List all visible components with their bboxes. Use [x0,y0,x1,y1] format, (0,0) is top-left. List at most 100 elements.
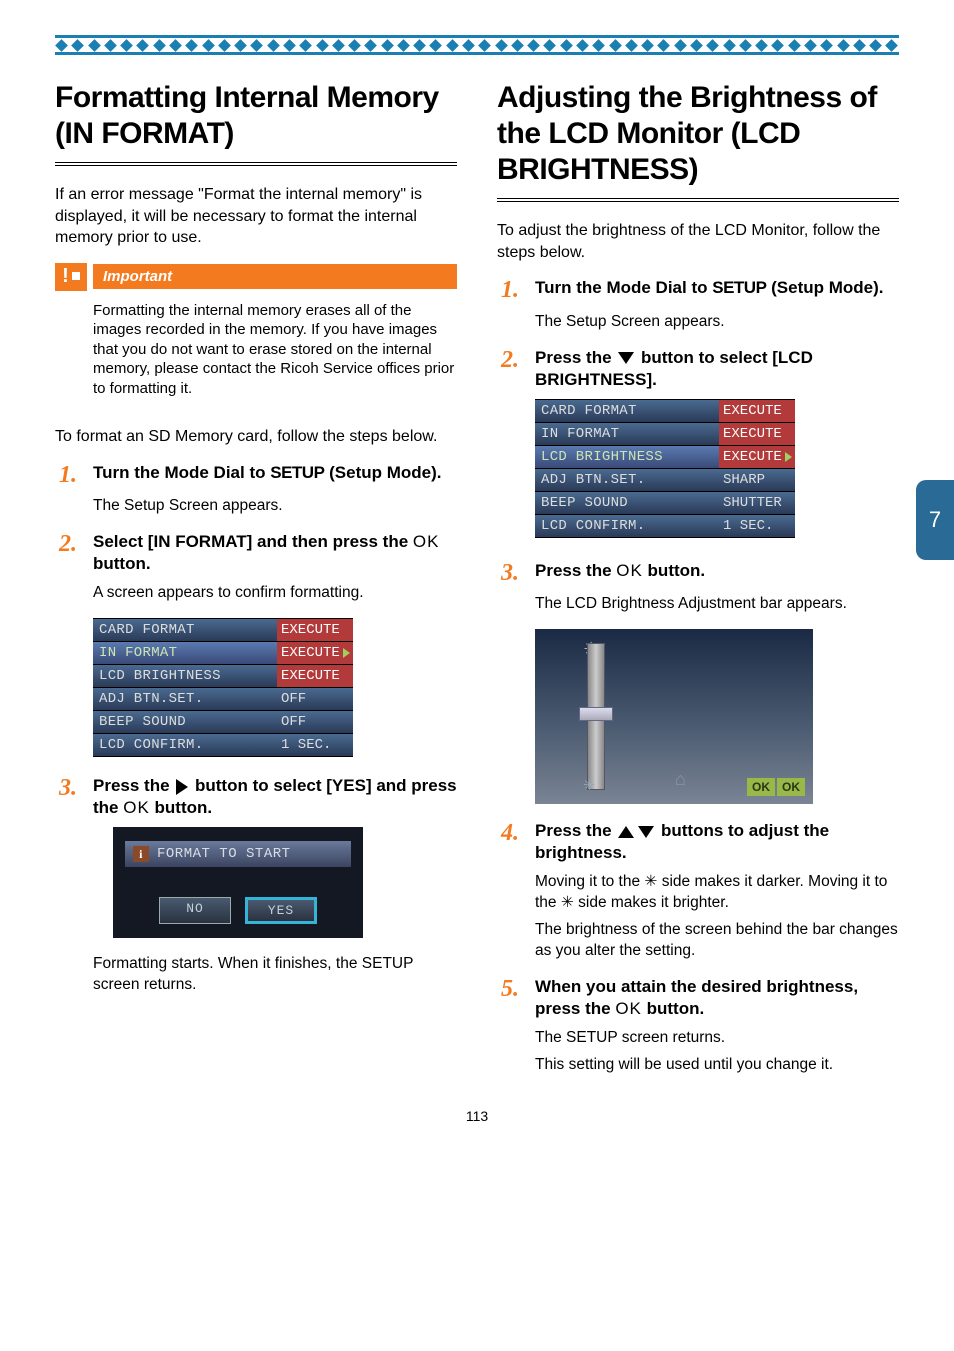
right-step-1: 1. Turn the Mode Dial to SETUP (Setup Mo… [497,277,899,303]
menu-value: OFF [277,688,353,710]
heading-rule [55,162,457,166]
step-title: Press the button to select [YES] and pre… [93,775,457,819]
left-preface: To format an SD Memory card, follow the … [55,426,457,448]
menu-row: LCD CONFIRM.1 SEC. [535,515,795,538]
important-label: Important [93,264,457,289]
step-title: Turn the Mode Dial to SETUP (Setup Mode)… [93,462,442,488]
brightness-knob [579,707,613,721]
important-text: Formatting the internal memory erases al… [93,301,457,399]
sun-dim-icon: ✳ [583,776,596,794]
right-step-3: 3. Press the OK button. [497,560,899,586]
step-number: 3. [55,775,93,819]
menu-row: CARD FORMATEXECUTE [535,399,795,423]
heading-rule [497,198,899,202]
left-step-2: 2. Select [IN FORMAT] and then press the… [55,531,457,575]
step-title: Press the button to select [LCD BRIGHTNE… [535,347,899,391]
lcd-setup-menu-right: CARD FORMATEXECUTEIN FORMATEXECUTELCD BR… [535,399,795,538]
menu-row: CARD FORMATEXECUTE [93,618,353,642]
important-banner: ! Important [55,263,457,291]
format-banner-text: FORMAT TO START [157,846,291,862]
menu-row: BEEP SOUNDOFF [93,711,353,734]
step-number: 2. [55,531,93,575]
left-step-3: 3. Press the button to select [YES] and … [55,775,457,819]
menu-value: SHARP [719,469,795,491]
right-column: Adjusting the Brightness of the LCD Moni… [497,80,899,1090]
brightness-dialog: ☀ ✳ ⌂ OKOK [535,629,813,804]
info-icon: i [133,846,149,862]
step-body: Moving it to the ✳ side makes it darker.… [535,872,899,914]
chapter-tab: 7 [916,480,954,560]
lcd-setup-menu-left: CARD FORMATEXECUTEIN FORMATEXECUTELCD BR… [93,618,353,757]
menu-label: BEEP SOUND [535,492,719,514]
step-body: The Setup Screen appears. [535,312,899,333]
down-arrow-icon [618,352,634,364]
menu-label: IN FORMAT [93,642,277,664]
page-number: 113 [0,1108,954,1124]
step-body: The Setup Screen appears. [93,496,457,517]
right-step-5: 5. When you attain the desired brightnes… [497,976,899,1020]
format-confirm-dialog: i FORMAT TO START NO YES [113,827,363,938]
step-body: A screen appears to confirm formatting. [93,583,457,604]
step-number: 2. [497,347,535,391]
step-number: 1. [55,462,93,488]
up-arrow-icon [618,826,634,838]
right-arrow-icon [176,779,188,795]
menu-label: BEEP SOUND [93,711,277,733]
step-body: The LCD Brightness Adjustment bar appear… [535,594,899,615]
step-body: This setting will be used until you chan… [535,1055,899,1076]
menu-row: IN FORMATEXECUTE [93,642,353,665]
menu-label: LCD BRIGHTNESS [93,665,277,687]
menu-label: CARD FORMAT [535,400,719,422]
left-heading: Formatting Internal Memory (IN FORMAT) [55,80,457,152]
format-banner: i FORMAT TO START [125,841,351,867]
left-intro: If an error message "Format the internal… [55,184,457,249]
right-step-2: 2. Press the button to select [LCD BRIGH… [497,347,899,391]
menu-value: 1 SEC. [277,734,353,756]
menu-label: ADJ BTN.SET. [535,469,719,491]
step-number: 4. [497,820,535,864]
step-number: 1. [497,277,535,303]
step-title: Press the buttons to adjust the brightne… [535,820,899,864]
menu-value: EXECUTE [277,665,353,687]
menu-label: LCD CONFIRM. [93,734,277,756]
ghost-icon: ⌂ [675,769,686,790]
menu-row: ADJ BTN.SET.OFF [93,688,353,711]
right-step-4: 4. Press the buttons to adjust the brigh… [497,820,899,864]
menu-row: IN FORMATEXECUTE [535,423,795,446]
ok-badge: OKOK [747,778,805,796]
left-column: Formatting Internal Memory (IN FORMAT) I… [55,80,457,1090]
menu-row: ADJ BTN.SET.SHARP [535,469,795,492]
yes-button: YES [245,897,317,924]
menu-row: LCD CONFIRM.1 SEC. [93,734,353,757]
menu-value: EXECUTE [277,642,353,664]
menu-label: LCD BRIGHTNESS [535,446,719,468]
menu-row: LCD BRIGHTNESSEXECUTE [93,665,353,688]
right-heading: Adjusting the Brightness of the LCD Moni… [497,80,899,188]
step-body: Formatting starts. When it finishes, the… [93,954,457,996]
menu-value: EXECUTE [719,400,795,422]
menu-label: IN FORMAT [535,423,719,445]
menu-label: CARD FORMAT [93,619,277,641]
menu-value: 1 SEC. [719,515,795,537]
menu-value: OFF [277,711,353,733]
no-button: NO [159,897,231,924]
step-body: The brightness of the screen behind the … [535,920,899,962]
menu-value: SHUTTER [719,492,795,514]
step-number: 5. [497,976,535,1020]
menu-label: ADJ BTN.SET. [93,688,277,710]
left-step-1: 1. Turn the Mode Dial to SETUP (Setup Mo… [55,462,457,488]
step-title: When you attain the desired brightness, … [535,976,899,1020]
menu-value: EXECUTE [719,446,795,468]
decorative-border: for (let i=0;i<52;i++) document.write('<… [55,35,899,55]
down-arrow-icon [638,826,654,838]
menu-label: LCD CONFIRM. [535,515,719,537]
step-number: 3. [497,560,535,586]
menu-row: BEEP SOUNDSHUTTER [535,492,795,515]
step-body: The SETUP screen returns. [535,1028,899,1049]
step-title: Select [IN FORMAT] and then press the OK… [93,531,457,575]
important-icon: ! [55,263,87,291]
right-intro: To adjust the brightness of the LCD Moni… [497,220,899,263]
step-title: Press the OK button. [535,560,705,586]
step-title: Turn the Mode Dial to SETUP (Setup Mode)… [535,277,884,303]
menu-value: EXECUTE [719,423,795,445]
